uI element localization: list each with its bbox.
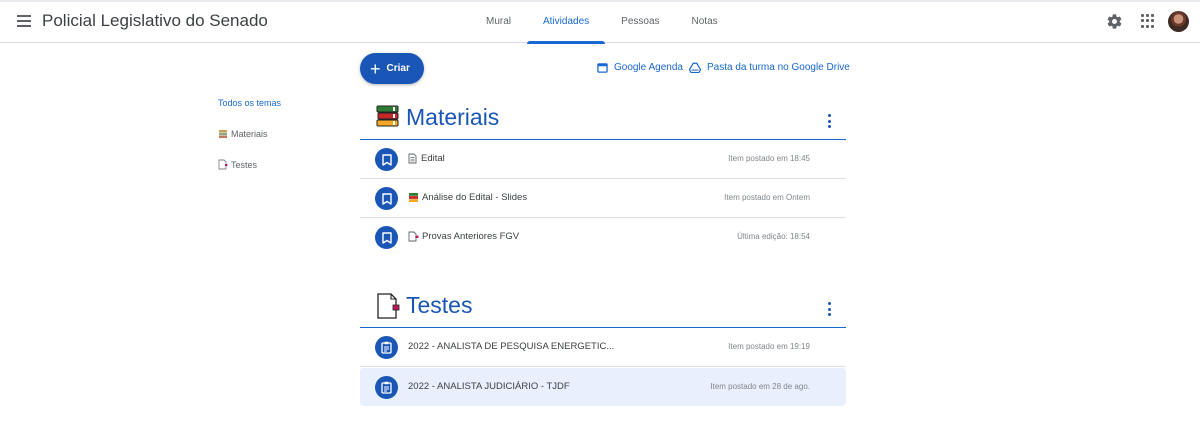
sidenav-item-materiais[interactable]: Materiais xyxy=(218,129,268,139)
list-item[interactable]: Edital Item postado em 18:45 xyxy=(360,140,846,179)
list-item[interactable]: 2022 - ANALISTA JUDICIÁRIO - TJDF Item p… xyxy=(360,368,846,406)
item-title: 2022 - ANALISTA JUDICIÁRIO - TJDF xyxy=(408,381,570,392)
topic-header-materiais: Materiais xyxy=(360,104,846,140)
sidenav-all-topics-label: Todos os temas xyxy=(218,98,282,108)
books-icon xyxy=(376,105,399,127)
material-icon xyxy=(375,226,398,249)
list-item[interactable]: Análise do Edital - Slides Item postado … xyxy=(360,179,846,218)
menu-icon[interactable] xyxy=(14,11,34,31)
list-item[interactable]: Provas Anteriores FGV Última edição: 18:… xyxy=(360,218,846,257)
drive-icon xyxy=(689,62,701,73)
item-title: Provas Anteriores FGV xyxy=(408,231,519,242)
calendar-icon xyxy=(597,63,608,73)
list-item[interactable]: 2022 - ANALISTA DE PESQUISA ENERGETIC...… xyxy=(360,328,846,367)
sidenav-all-topics[interactable]: Todos os temas xyxy=(218,98,281,108)
plus-icon: + xyxy=(370,58,381,79)
test-page-icon xyxy=(408,231,419,242)
item-title: Edital xyxy=(408,153,445,164)
item-title: Análise do Edital - Slides xyxy=(408,192,527,203)
topic-title[interactable]: Materiais xyxy=(406,104,499,131)
sidenav-item-testes[interactable]: Testes xyxy=(218,159,257,170)
avatar[interactable] xyxy=(1168,11,1189,32)
test-page-icon xyxy=(377,293,400,319)
assignment-icon xyxy=(375,336,398,359)
item-meta: Item postado em Ontem xyxy=(724,193,810,202)
tab-bar: Mural Atividades Pessoas Notas xyxy=(470,0,734,44)
tab-mural[interactable]: Mural xyxy=(470,0,527,43)
create-label: Criar xyxy=(386,63,410,74)
material-icon xyxy=(375,187,398,210)
tab-atividades[interactable]: Atividades xyxy=(527,0,606,44)
books-icon xyxy=(409,193,418,202)
apps-icon[interactable] xyxy=(1141,14,1155,28)
create-button[interactable]: + Criar xyxy=(360,53,424,84)
more-options-icon[interactable] xyxy=(826,114,832,128)
class-title[interactable]: Policial Legislativo do Senado xyxy=(42,11,268,31)
top-bar: Policial Legislativo do Senado Mural Ati… xyxy=(0,0,1200,44)
topic-title[interactable]: Testes xyxy=(406,292,472,319)
tab-pessoas[interactable]: Pessoas xyxy=(605,0,675,43)
more-options-icon[interactable] xyxy=(826,302,832,316)
material-icon xyxy=(375,148,398,171)
item-title: 2022 - ANALISTA DE PESQUISA ENERGETIC... xyxy=(408,341,615,352)
sidenav-item-label: Testes xyxy=(231,159,258,170)
topic-header-testes: Testes xyxy=(360,292,846,328)
google-calendar-link[interactable]: Google Agenda xyxy=(597,62,683,73)
drive-folder-label: Pasta da turma no Google Drive xyxy=(707,62,850,73)
test-page-icon xyxy=(218,159,228,170)
books-icon xyxy=(219,130,227,138)
page-icon xyxy=(408,153,417,164)
google-calendar-label: Google Agenda xyxy=(614,62,683,73)
tab-notas[interactable]: Notas xyxy=(676,0,734,43)
settings-icon[interactable] xyxy=(1106,13,1123,30)
assignment-icon xyxy=(375,376,398,399)
item-meta: Item postado em 19:19 xyxy=(728,342,810,351)
item-meta: Última edição: 18:54 xyxy=(737,232,810,241)
sidenav-item-label: Materiais xyxy=(231,129,268,139)
drive-folder-link[interactable]: Pasta da turma no Google Drive xyxy=(689,62,850,73)
item-meta: Item postado em 28 de ago. xyxy=(710,382,810,391)
item-meta: Item postado em 18:45 xyxy=(728,154,810,163)
